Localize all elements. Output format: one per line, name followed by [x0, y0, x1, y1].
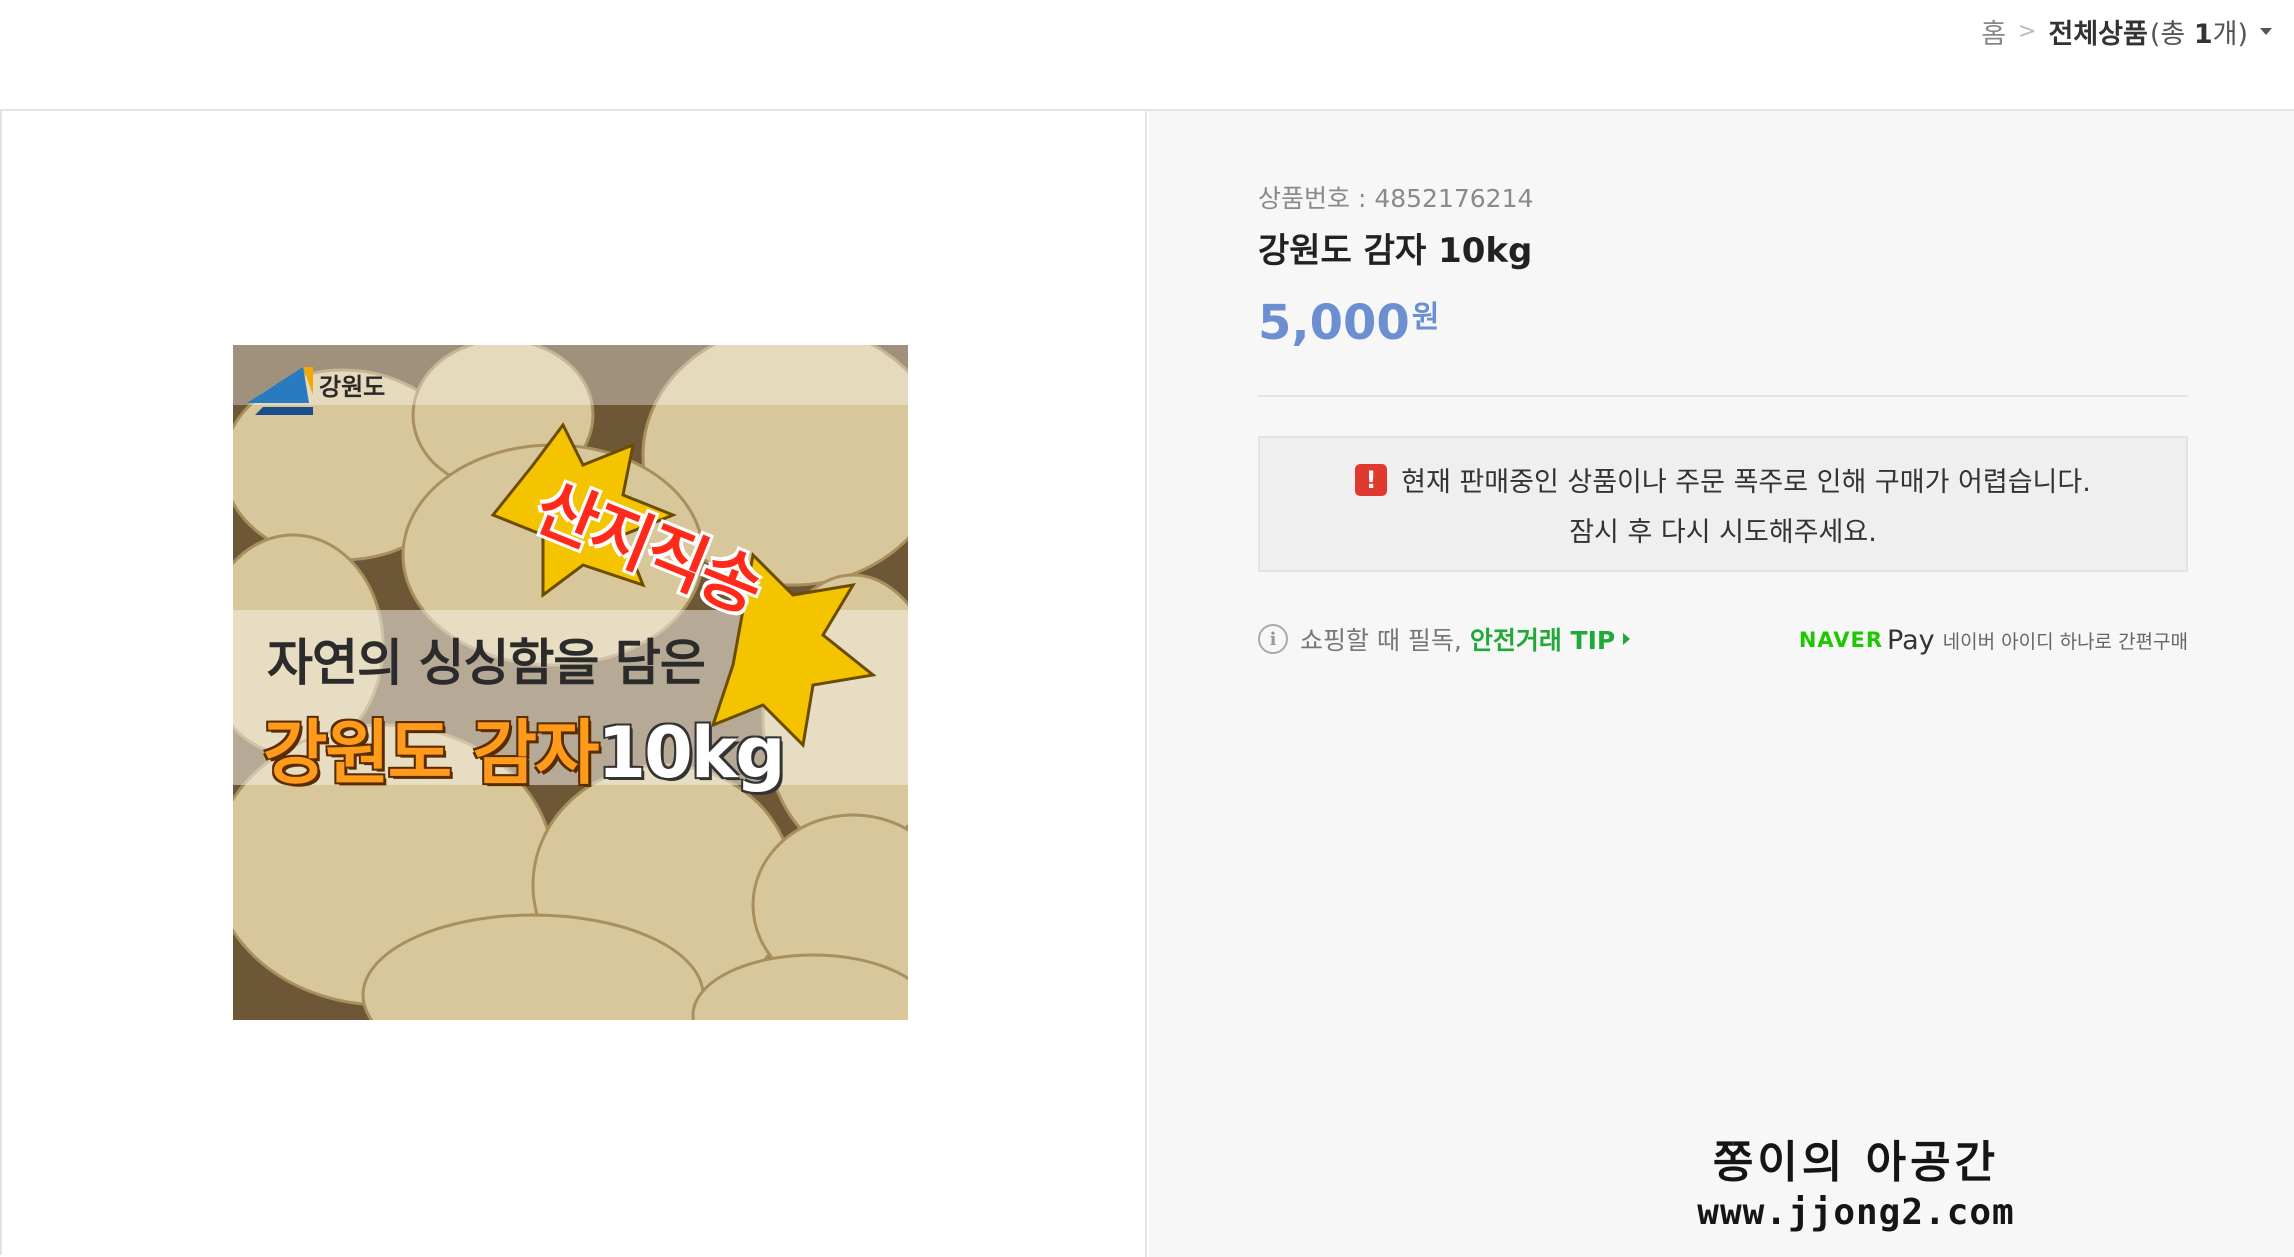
notice-line-1-row: ! 현재 판매중인 상품이나 주문 폭주로 인해 구매가 어렵습니다.	[1260, 460, 2186, 499]
safe-trade-tip: i 쇼핑할 때 필독, 안전거래 TIP	[1258, 621, 1631, 657]
breadcrumb-count: (총 1개)	[2150, 12, 2248, 51]
watermark-line-2: www.jjong2.com	[1697, 1192, 2015, 1233]
breadcrumb-category-link[interactable]: 전체상품	[2048, 12, 2147, 51]
tip-link-label: 안전거래 TIP	[1469, 626, 1616, 655]
product-image-pane: 강원도 산지직송 자연의 싱싱함을 담은 강원도 감자10kg	[2, 111, 1147, 1257]
image-title-text: 강원도 감자10kg	[263, 697, 785, 798]
breadcrumb: 홈 > 전체상품 (총 1개)	[1981, 12, 2272, 51]
info-icon: i	[1258, 624, 1288, 654]
tip-text: 쇼핑할 때 필독,	[1300, 626, 1462, 655]
count-prefix: (총	[2149, 18, 2194, 50]
product-number: 상품번호 : 4852176214	[1258, 184, 1534, 213]
image-title-weight: 10kg	[597, 712, 785, 794]
count-suffix: 개)	[2212, 18, 2248, 50]
alert-icon: !	[1355, 463, 1388, 496]
divider	[1258, 395, 2188, 397]
safe-trade-tip-link[interactable]: 안전거래 TIP	[1469, 621, 1631, 657]
product-info-pane: 상품번호 : 4852176214 강원도 감자 10kg 5,000원 ! 현…	[1149, 111, 2294, 1257]
product-price: 5,000원	[1258, 295, 1439, 351]
watermark: 쫑이의 아공간 www.jjong2.com	[1691, 1126, 2021, 1233]
notice-line-2: 잠시 후 다시 시도해주세요.	[1569, 517, 1877, 548]
top-bar: 홈 > 전체상품 (총 1개)	[0, 0, 2294, 110]
chevron-down-icon[interactable]	[2260, 27, 2272, 35]
price-value: 5,000	[1258, 295, 1410, 351]
image-brand-text: 강원도	[319, 373, 386, 401]
image-title-main: 강원도 감자	[263, 712, 599, 794]
count-value: 1	[2193, 18, 2213, 50]
breadcrumb-home-link[interactable]: 홈	[1981, 12, 2006, 51]
breadcrumb-separator: >	[2018, 18, 2037, 44]
naver-pay-description: 네이버 아이디 하나로 간편구매	[1942, 630, 2188, 653]
product-image[interactable]: 강원도 산지직송 자연의 싱싱함을 담은 강원도 감자10kg	[233, 345, 908, 1020]
chevron-right-icon	[1623, 633, 1631, 645]
purchase-notice: ! 현재 판매중인 상품이나 주문 폭주로 인해 구매가 어렵습니다. 잠시 후…	[1258, 436, 2188, 572]
notice-line-1: 현재 판매중인 상품이나 주문 폭주로 인해 구매가 어렵습니다.	[1401, 467, 2091, 498]
watermark-line-1: 쫑이의 아공간	[1712, 1137, 2000, 1188]
pay-logo: Pay	[1887, 624, 1935, 656]
product-detail: 강원도 산지직송 자연의 싱싱함을 담은 강원도 감자10kg 상품번호 : 4…	[0, 109, 2294, 1257]
naver-logo: NAVER	[1798, 628, 1884, 652]
naver-pay-link[interactable]: NAVER Pay 네이버 아이디 하나로 간편구매	[1799, 623, 2188, 657]
price-currency: 원	[1411, 300, 1440, 335]
product-name: 강원도 감자 10kg	[1258, 231, 1533, 271]
image-subtitle-text: 자연의 싱싱함을 담은	[267, 634, 706, 692]
